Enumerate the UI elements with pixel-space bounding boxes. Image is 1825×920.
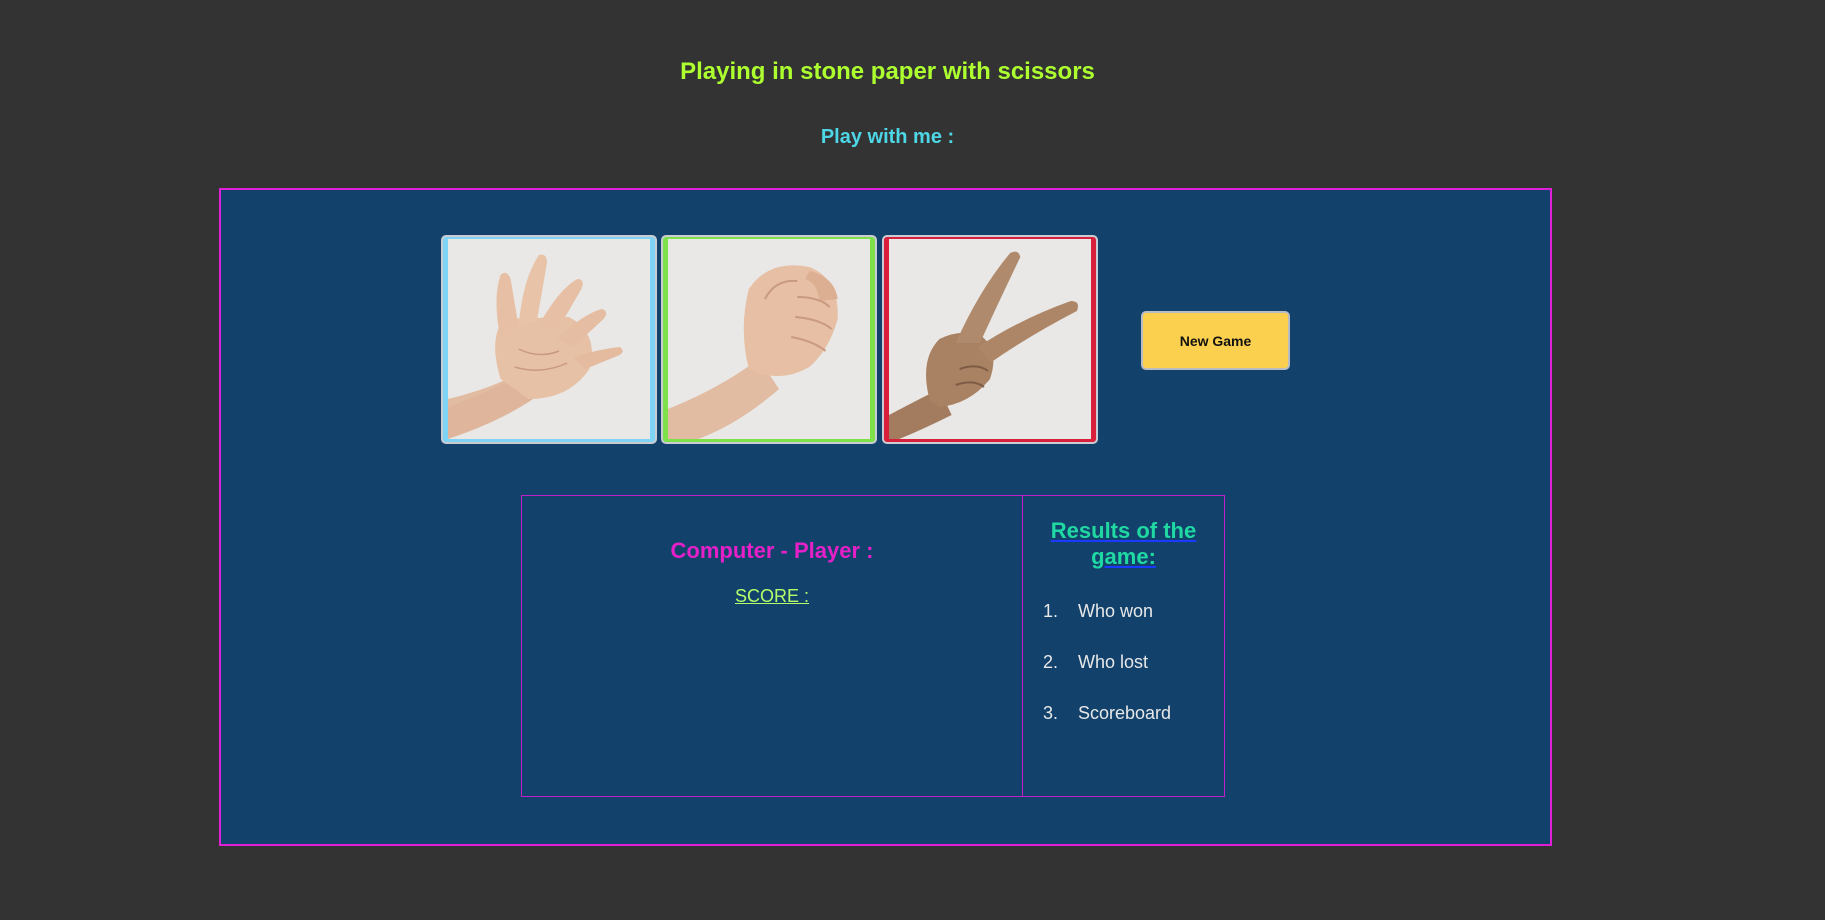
results-panel: Results of the game: 1. Who won 2. Who l… bbox=[1022, 495, 1225, 797]
page-subtitle: Play with me : bbox=[820, 126, 955, 148]
score-label: SCORE : bbox=[734, 586, 809, 606]
choice-rock-button[interactable] bbox=[661, 235, 877, 444]
list-item: 3. Scoreboard bbox=[1043, 703, 1171, 754]
score-panel: Computer - Player : SCORE : bbox=[521, 495, 1023, 797]
list-item-label: Who lost bbox=[1078, 652, 1149, 672]
choice-scissors-button[interactable] bbox=[882, 235, 1098, 444]
new-game-button[interactable]: New Game bbox=[1141, 311, 1290, 370]
page-title: Playing in stone paper with scissors bbox=[680, 58, 1095, 85]
score-heading: Computer - Player : bbox=[670, 538, 874, 563]
peace-hand-icon bbox=[889, 239, 1091, 439]
choice-paper-button[interactable] bbox=[441, 235, 657, 444]
fist-icon bbox=[668, 239, 870, 439]
list-item-number: 2. bbox=[1043, 652, 1059, 672]
list-item: 1. Who won bbox=[1043, 601, 1171, 652]
open-hand-icon bbox=[448, 239, 650, 439]
list-item-label: Scoreboard bbox=[1078, 703, 1172, 723]
list-item: 2. Who lost bbox=[1043, 652, 1171, 703]
results-list: 1. Who won 2. Who lost 3. Scoreboard bbox=[1043, 601, 1171, 754]
list-item-number: 1. bbox=[1043, 601, 1059, 621]
page: Playing in stone paper with scissors Pla… bbox=[0, 0, 1825, 920]
list-item-label: Who won bbox=[1078, 601, 1154, 621]
results-heading: Results of the game: bbox=[1050, 518, 1197, 569]
list-item-number: 3. bbox=[1043, 703, 1059, 723]
